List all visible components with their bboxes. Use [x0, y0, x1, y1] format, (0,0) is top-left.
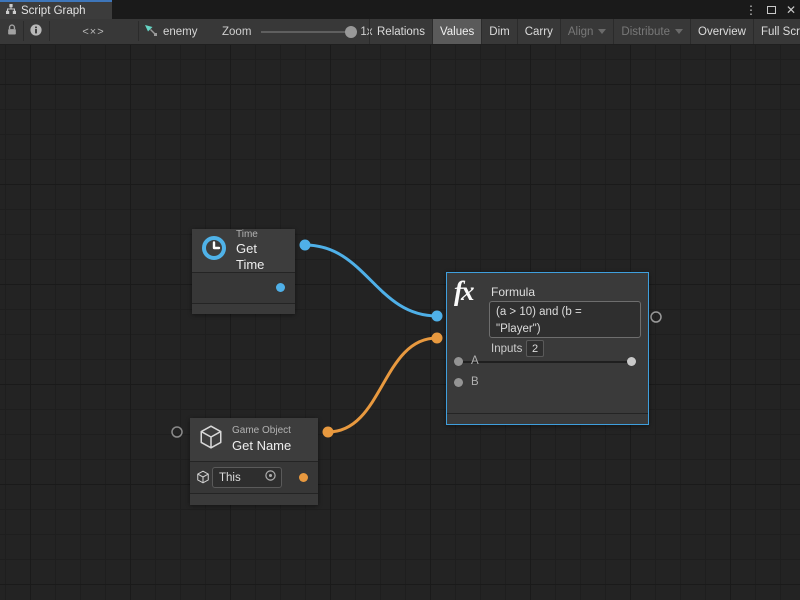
node-get-name[interactable]: Game Object Get Name This [190, 418, 318, 505]
graph-breadcrumb[interactable]: enemy [144, 19, 198, 44]
node-title: Get Time [236, 241, 287, 272]
wire-getname-to-formula[interactable] [328, 338, 437, 432]
fullscreen-button[interactable]: Full Screen [754, 19, 800, 44]
code-icon: <×> [82, 26, 104, 38]
graph-hierarchy-icon [5, 2, 17, 20]
zoom-slider[interactable] [261, 31, 351, 33]
node-title: Get Name [232, 438, 291, 454]
output-port-name[interactable] [299, 473, 308, 482]
title-bar: Script Graph ⋮ ✕ [0, 0, 800, 19]
relations-button[interactable]: Relations [369, 19, 433, 44]
dim-button[interactable]: Dim [482, 19, 517, 44]
target-object-field[interactable]: This [212, 467, 282, 488]
cube-icon-small [196, 470, 210, 489]
info-button[interactable] [23, 19, 49, 44]
formula-expression-field[interactable]: (a > 10) and (b = "Player") [489, 301, 641, 338]
input-label-a: A [471, 355, 479, 367]
node-title: Formula [491, 285, 535, 299]
lock-button[interactable] [0, 19, 23, 44]
wire-endpoint[interactable] [432, 311, 443, 322]
output-port-value[interactable] [276, 283, 285, 292]
node-get-time[interactable]: Time Get Time [192, 229, 295, 314]
wire-endpoint[interactable] [300, 240, 311, 251]
carry-button[interactable]: Carry [518, 19, 561, 44]
fx-icon: fx [454, 276, 473, 307]
chevron-down-icon [675, 29, 683, 34]
tab-title: Script Graph [21, 5, 86, 17]
unconnected-output-ring[interactable] [651, 312, 661, 322]
window-menu-icon[interactable]: ⋮ [745, 4, 757, 16]
graph-name: enemy [163, 26, 198, 38]
close-icon[interactable]: ✕ [786, 4, 796, 16]
align-button[interactable]: Align [561, 19, 615, 44]
overview-button[interactable]: Overview [691, 19, 754, 44]
relation-line [463, 361, 633, 363]
target-object-value: This [219, 472, 241, 484]
unconnected-input-ring[interactable] [172, 427, 182, 437]
chevron-down-icon [598, 29, 606, 34]
wire-endpoint[interactable] [432, 333, 443, 344]
input-port-a[interactable] [454, 357, 463, 366]
node-category: Time [236, 229, 287, 242]
wires-layer [0, 45, 800, 600]
values-button[interactable]: Values [433, 19, 482, 44]
code-view-button[interactable]: <×> [49, 19, 138, 44]
wire-endpoint[interactable] [323, 427, 334, 438]
info-icon [29, 23, 43, 40]
clock-icon [200, 234, 228, 267]
zoom-label: Zoom [222, 26, 251, 38]
cube-icon [198, 424, 224, 455]
wire-gettime-to-formula[interactable] [305, 245, 437, 316]
input-port-b[interactable] [454, 378, 463, 387]
script-graph-icon [144, 23, 158, 40]
zoom-slider-handle[interactable] [345, 26, 357, 38]
object-picker-icon[interactable] [264, 469, 277, 487]
lock-icon [5, 23, 19, 40]
graph-canvas[interactable]: Time Get Time fx Formula (a > 10) and (b… [0, 45, 800, 600]
output-port-result[interactable] [627, 357, 636, 366]
input-label-b: B [471, 376, 479, 388]
maximize-icon[interactable] [767, 6, 776, 14]
node-formula[interactable]: fx Formula (a > 10) and (b = "Player") I… [446, 272, 649, 425]
node-category: Game Object [232, 425, 291, 438]
distribute-button[interactable]: Distribute [614, 19, 691, 44]
tab-script-graph[interactable]: Script Graph [0, 0, 112, 19]
inputs-label: Inputs [491, 343, 522, 355]
graph-toolbar: <×> enemy Zoom 1x Relations Values Dim C… [0, 19, 800, 45]
inputs-count-field[interactable]: 2 [526, 340, 544, 357]
